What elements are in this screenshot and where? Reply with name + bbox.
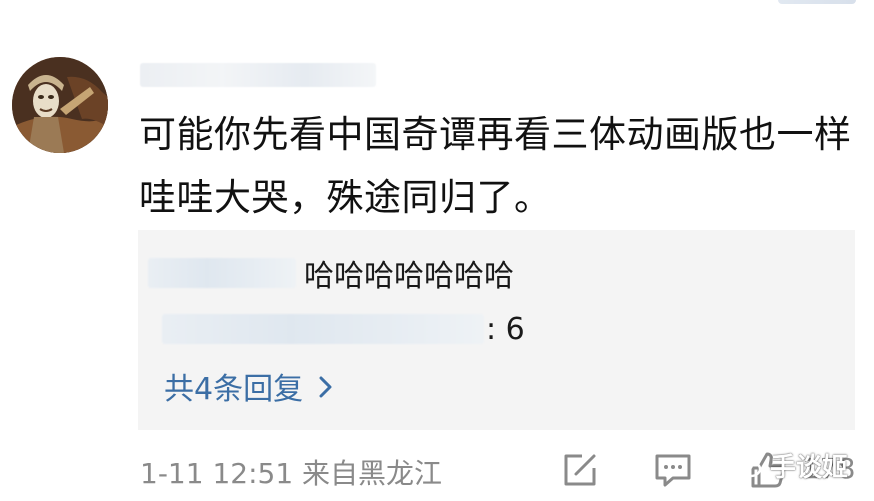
thumbs-up-icon[interactable]: [748, 450, 788, 490]
reply-author-redacted[interactable]: [148, 258, 296, 288]
avatar-image: [12, 57, 108, 153]
share-icon[interactable]: [560, 450, 600, 490]
reply-item[interactable]: 哈哈哈哈哈哈哈: [148, 252, 514, 294]
comment-meta: 1-11 12:51 来自黑龙江: [140, 457, 443, 490]
reply-text: : 6: [486, 311, 525, 347]
more-replies-label: 共4条回复: [164, 372, 304, 407]
comment-text: 可能你先看中国奇谭再看三体动画版也一样 哇哇大哭，殊途同归了。: [139, 103, 861, 229]
comment-line-1: 可能你先看中国奇谭再看三体动画版也一样: [139, 113, 852, 156]
reply-author-redacted[interactable]: [162, 314, 484, 344]
avatar[interactable]: [12, 57, 108, 153]
username-redacted[interactable]: [140, 63, 376, 87]
comment-line-2: 哇哇大哭，殊途同归了。: [139, 176, 552, 219]
comment-screen: 可能你先看中国奇谭再看三体动画版也一样 哇哇大哭，殊途同归了。 哈哈哈哈哈哈哈 …: [0, 0, 874, 501]
view-more-replies-link[interactable]: 共4条回复: [164, 364, 337, 408]
like-count: 178: [802, 452, 856, 485]
chevron-right-icon: [315, 373, 337, 399]
truncated-link[interactable]: [778, 0, 856, 4]
reply-item[interactable]: : 6: [162, 308, 525, 350]
reply-text: 哈哈哈哈哈哈哈: [304, 259, 514, 294]
comment-icon[interactable]: [653, 450, 693, 490]
